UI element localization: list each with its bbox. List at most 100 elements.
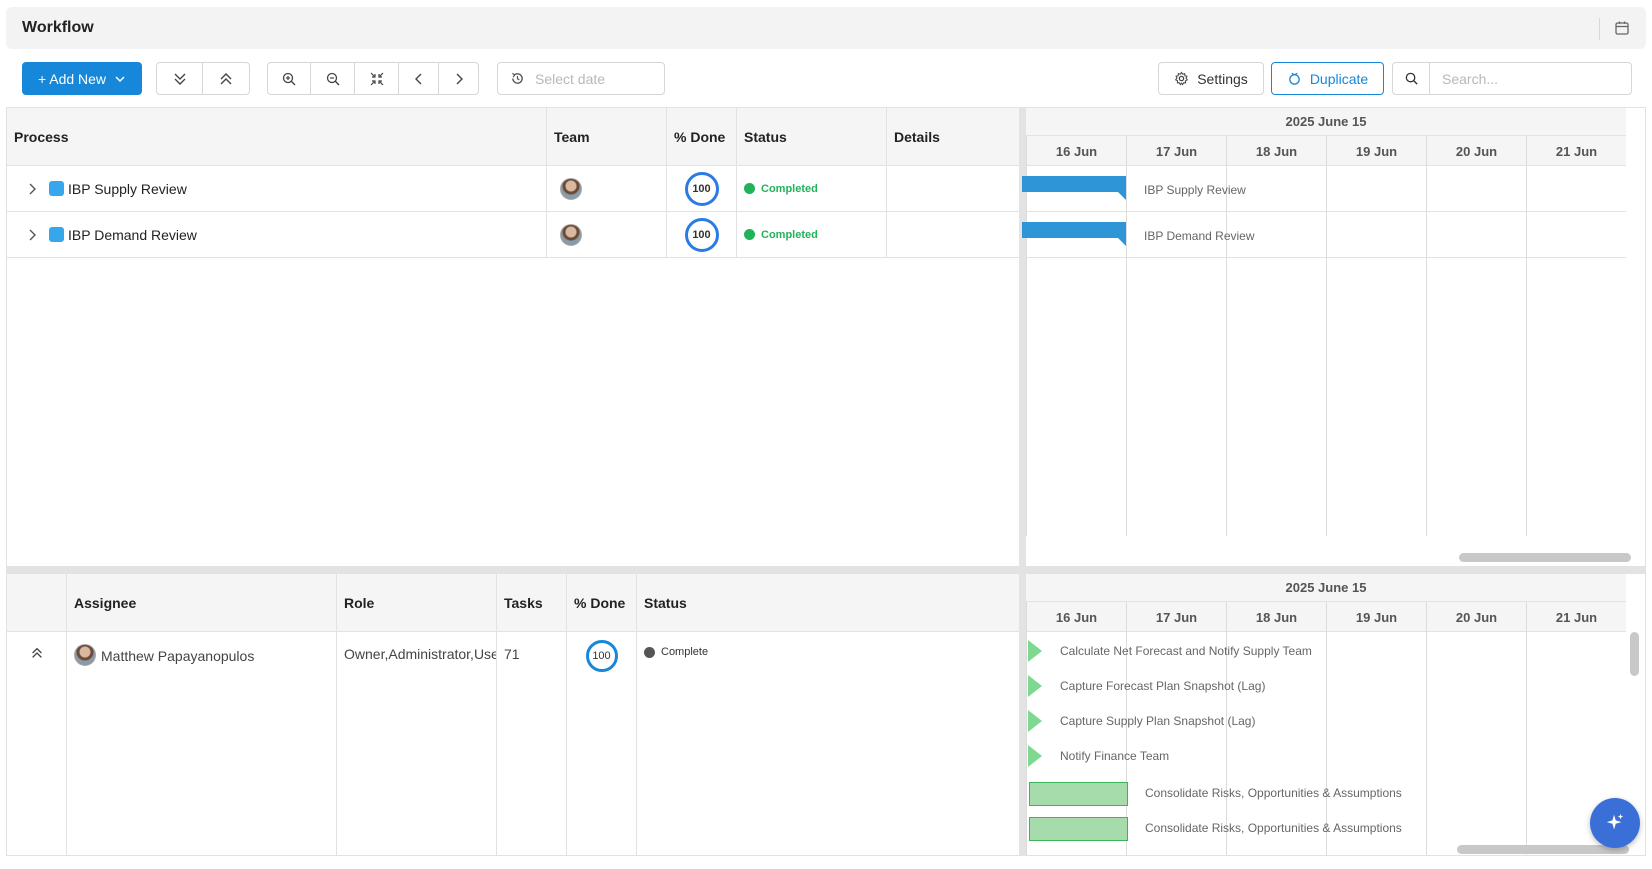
chevron-right-icon[interactable]: [25, 228, 39, 242]
details-cell[interactable]: [887, 166, 1019, 211]
horizontal-scrollbar[interactable]: [1459, 553, 1631, 562]
col-details[interactable]: Details: [887, 108, 1019, 166]
process-panel: Process Team % Done Status Details IBP S…: [6, 107, 1646, 567]
search-input[interactable]: Search...: [1430, 63, 1498, 94]
ai-assistant-button[interactable]: [1590, 798, 1640, 848]
expand-all-button[interactable]: [157, 63, 204, 94]
done-cell: 100: [667, 166, 737, 211]
gantt-task-label: IBP Supply Review: [1144, 183, 1246, 197]
avatar[interactable]: [74, 644, 96, 666]
process-name: IBP Demand Review: [68, 226, 197, 243]
assignee-grid-header: Assignee Role Tasks % Done Status: [7, 574, 1019, 632]
add-new-button[interactable]: + Add New: [22, 62, 142, 95]
zoom-in-button[interactable]: [268, 63, 311, 94]
previous-button[interactable]: [399, 63, 439, 94]
bar-corner-icon: [1118, 192, 1126, 200]
double-chevron-down-icon: [174, 73, 185, 85]
date-picker-input[interactable]: Select date: [497, 62, 665, 95]
gantt-gridline: [1026, 632, 1027, 855]
gantt-week-header: 2025 June 15: [1026, 574, 1626, 602]
chevron-right-icon: [456, 73, 463, 84]
done-cell: 100: [667, 212, 737, 257]
settings-button[interactable]: Settings: [1158, 62, 1264, 95]
gantt-day: 21 Jun: [1526, 602, 1626, 632]
assignee-panel: Assignee Role Tasks % Done Status Matthe…: [6, 573, 1646, 856]
calendar-icon[interactable]: [1614, 20, 1630, 36]
status-dot: [644, 647, 655, 658]
progress-ring: 100: [684, 171, 719, 206]
assignee-grid: Assignee Role Tasks % Done Status Matthe…: [7, 574, 1019, 855]
col-done[interactable]: % Done: [567, 574, 637, 632]
col-team[interactable]: Team: [547, 108, 667, 166]
avatar[interactable]: [560, 177, 582, 200]
search-icon: [1405, 72, 1418, 85]
milestone-diamond-icon[interactable]: [1026, 710, 1044, 732]
process-grid-header: Process Team % Done Status Details: [7, 108, 1019, 166]
col-status[interactable]: Status: [637, 574, 1019, 632]
details-cell[interactable]: [887, 212, 1019, 257]
status-badge: Completed: [761, 182, 818, 195]
duplicate-icon: [1288, 72, 1300, 85]
chevron-left-icon: [414, 73, 421, 84]
collapse-arrows-icon: [370, 72, 383, 85]
add-new-label: + Add New: [37, 70, 107, 87]
col-tasks[interactable]: Tasks: [497, 574, 567, 632]
gantt-task-bar[interactable]: [1022, 222, 1126, 238]
process-name: IBP Supply Review: [68, 180, 187, 197]
bar-corner-icon: [1118, 238, 1126, 246]
toolbar: + Add New Select date Settings Duplicate…: [0, 62, 1652, 96]
gantt-chart-top: 2025 June 15 16 Jun 17 Jun 18 Jun 19 Jun…: [1022, 108, 1645, 566]
next-button[interactable]: [439, 63, 478, 94]
gantt-task-bar[interactable]: [1029, 782, 1128, 806]
duplicate-button[interactable]: Duplicate: [1271, 62, 1384, 95]
gantt-day: 17 Jun: [1126, 136, 1226, 166]
gantt-chart-bottom: 2025 June 15 16 Jun 17 Jun 18 Jun 19 Jun…: [1026, 574, 1645, 855]
col-assignee[interactable]: Assignee: [67, 574, 337, 632]
zoom-out-button[interactable]: [311, 63, 355, 94]
col-status[interactable]: Status: [737, 108, 887, 166]
gantt-task-label: Consolidate Risks, Opportunities & Assum…: [1145, 821, 1402, 835]
table-row[interactable]: Matthew Papayanopulos Owner,Administrato…: [7, 632, 1019, 855]
gantt-day: 21 Jun: [1526, 136, 1626, 166]
milestone-diamond-icon[interactable]: [1026, 675, 1044, 697]
gantt-day-header: 16 Jun 17 Jun 18 Jun 19 Jun 20 Jun 21 Ju…: [1026, 136, 1626, 166]
gantt-task-bar[interactable]: [1029, 817, 1128, 841]
progress-ring: 100: [684, 217, 719, 252]
duplicate-label: Duplicate: [1309, 70, 1369, 87]
collapse-all-button[interactable]: [203, 63, 249, 94]
title-divider: [1599, 18, 1600, 40]
table-row[interactable]: IBP Supply Review 100 Completed: [7, 166, 1019, 212]
chevron-right-icon[interactable]: [25, 182, 39, 196]
zoom-nav-group: [267, 62, 479, 95]
col-process[interactable]: Process: [7, 108, 547, 166]
team-cell: [547, 166, 667, 211]
panel-splitter[interactable]: [1019, 574, 1026, 855]
gantt-day: 17 Jun: [1126, 602, 1226, 632]
gantt-task-bar[interactable]: [1022, 176, 1126, 192]
double-chevron-up-icon[interactable]: [30, 646, 44, 660]
status-dot: [744, 229, 755, 240]
status-cell: Completed: [737, 166, 887, 211]
gantt-task-label: Capture Supply Plan Snapshot (Lag): [1060, 714, 1256, 728]
milestone-diamond-icon[interactable]: [1026, 745, 1044, 767]
expand-cell: [7, 632, 67, 855]
horizontal-scrollbar[interactable]: [1457, 845, 1629, 854]
status-dot: [744, 183, 755, 194]
role-cell: Owner,Administrator,Use: [337, 632, 497, 855]
tasks-count: 71: [504, 646, 520, 662]
process-cell: IBP Supply Review: [7, 166, 547, 211]
gantt-day: 16 Jun: [1026, 602, 1126, 632]
status-cell: Complete: [637, 632, 1019, 855]
fit-to-view-button[interactable]: [355, 63, 399, 94]
col-role[interactable]: Role: [337, 574, 497, 632]
col-done[interactable]: % Done: [667, 108, 737, 166]
process-color-tag: [49, 181, 64, 196]
gantt-day: 19 Jun: [1326, 602, 1426, 632]
vertical-scrollbar[interactable]: [1630, 632, 1639, 676]
table-row[interactable]: IBP Demand Review 100 Completed: [7, 212, 1019, 258]
milestone-diamond-icon[interactable]: [1026, 640, 1044, 662]
gantt-day: 16 Jun: [1026, 136, 1126, 166]
progress-ring: 100: [585, 640, 618, 672]
avatar[interactable]: [560, 223, 582, 246]
search-button[interactable]: [1393, 63, 1430, 94]
